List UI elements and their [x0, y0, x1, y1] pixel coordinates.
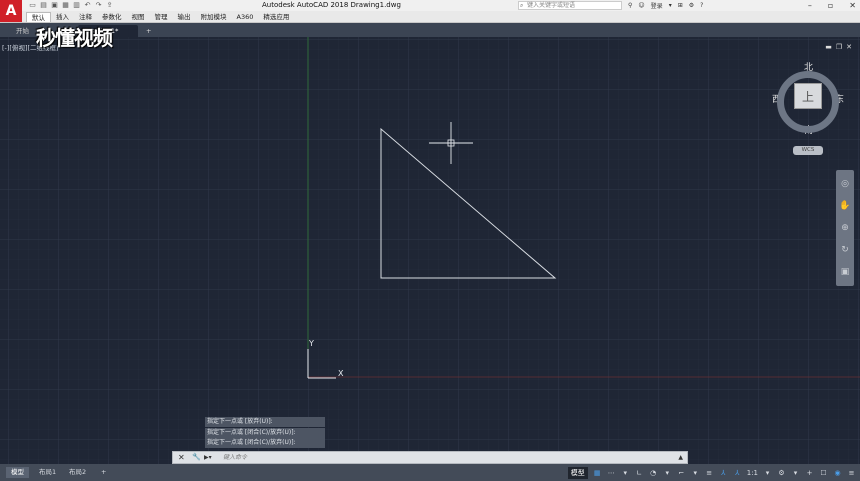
user-icon[interactable]: ☺ [638, 2, 644, 9]
model-space-button[interactable]: 模型 [567, 466, 588, 479]
close-icon[interactable]: ✕ [178, 452, 185, 463]
zoom-icon[interactable]: ⊕ [839, 222, 851, 234]
orbit-icon[interactable]: ↻ [839, 244, 851, 256]
annotation-icon[interactable]: ⅄ [719, 467, 728, 479]
minimize-icon[interactable]: – [808, 1, 812, 10]
binoculars-icon[interactable]: ⚲ [628, 2, 632, 9]
drawing-canvas [0, 37, 860, 464]
undo-icon[interactable]: ↶ [83, 1, 92, 10]
wrench-icon[interactable]: 🔧 [192, 452, 201, 463]
ribbon-tab[interactable]: 插入 [51, 12, 74, 22]
viewcube[interactable]: 北 西 东 南 上 WCS [772, 61, 845, 181]
dropdown-icon[interactable]: ▾ [663, 467, 672, 479]
exchange-icon[interactable]: ⚙ [689, 2, 694, 9]
tab-layout2[interactable]: 布局2 [64, 467, 91, 478]
tab-start[interactable]: 开始 [10, 25, 35, 37]
ribbon-tab[interactable]: 参数化 [97, 12, 127, 22]
snap-icon[interactable]: ⋯ [607, 467, 616, 479]
workspace-gear-icon[interactable]: ⚙ [777, 467, 786, 479]
share-icon[interactable]: ⇪ [105, 1, 114, 10]
polar-icon[interactable]: ◔ [649, 467, 658, 479]
command-history-line: 指定下一点或 [闭合(C)/放弃(U)]: [205, 438, 325, 448]
ucs-y-label: Y [309, 339, 314, 348]
ribbon: 默认 插入 注释 参数化 视图 管理 输出 附加模块 A360 精选应用 [0, 11, 860, 23]
command-history-line: 指定下一点或 [放弃(U)]: [205, 417, 325, 427]
quick-access-toolbar: ▭ ▤ ▣ ▦ ▥ ↶ ↷ ⇪ [28, 1, 114, 10]
window-controls: – ▫ ✕ [808, 0, 856, 11]
dropdown-icon[interactable]: ▾ [791, 467, 800, 479]
open-file-icon[interactable]: ▤ [39, 1, 48, 10]
annotation-scale[interactable]: 1:1 [747, 467, 758, 479]
prompt-arrow-icon[interactable]: ▶▾ [204, 452, 212, 463]
dropdown-icon[interactable]: ▾ [763, 467, 772, 479]
redo-icon[interactable]: ↷ [94, 1, 103, 10]
showmotion-icon[interactable]: ▣ [839, 266, 851, 278]
application-menu-button[interactable]: A [0, 0, 22, 22]
status-bar: 模型 布局1 布局2 + 模型 ▦ ⋯ ▾ ∟ ◔ ▾ ⌐ ▾ ≡ ⅄ ⅄ 1:… [0, 464, 860, 481]
plot-icon[interactable]: ▥ [72, 1, 81, 10]
navigation-bar: ◎ ✋ ⊕ ↻ ▣ [836, 170, 854, 286]
title-bar: ▭ ▤ ▣ ▦ ▥ ↶ ↷ ⇪ Autodesk AutoCAD 2018 Dr… [0, 0, 860, 11]
maximize-icon[interactable]: ▫ [828, 1, 833, 10]
save-as-icon[interactable]: ▦ [61, 1, 70, 10]
ribbon-tab[interactable]: 输出 [173, 12, 196, 22]
window-title: Autodesk AutoCAD 2018 Drawing1.dwg [262, 1, 401, 9]
new-file-icon[interactable]: ▭ [28, 1, 37, 10]
ribbon-tab[interactable]: 视图 [127, 12, 150, 22]
tab-layout1[interactable]: 布局1 [34, 467, 61, 478]
document-tabs: 开始 Drawing1* + [0, 23, 860, 37]
customize-icon[interactable]: ≡ [847, 467, 856, 479]
command-line: ✕ 🔧 ▶▾ 键入命令 ▲ [172, 451, 688, 464]
cart-icon[interactable]: ⊞ [678, 2, 683, 9]
command-history: 指定下一点或 [放弃(U)]: 指定下一点或 [闭合(C)/放弃(U)]: 指定下一… [205, 417, 325, 449]
hardware-accel-icon[interactable]: ◉ [833, 467, 842, 479]
ribbon-tabs: 默认 插入 注释 参数化 视图 管理 输出 附加模块 A360 精选应用 [26, 12, 294, 22]
help-button[interactable]: ? [700, 2, 703, 9]
viewport-close-icon[interactable]: ✕ [846, 43, 852, 51]
expand-history-icon[interactable]: ▲ [678, 452, 683, 463]
ribbon-tab[interactable]: 附加模块 [196, 12, 232, 22]
ribbon-tab[interactable]: 精选应用 [258, 12, 294, 22]
viewport-restore-icon[interactable]: ❐ [836, 43, 842, 51]
viewport-minimize-icon[interactable]: ▬ [825, 43, 832, 51]
viewcube-top-face[interactable]: 上 [794, 83, 822, 109]
wcs-menu[interactable]: WCS [793, 146, 823, 155]
ribbon-tab[interactable]: 注释 [74, 12, 97, 22]
dropdown-icon[interactable]: ▾ [621, 467, 630, 479]
command-history-line: 指定下一点或 [闭合(C)/放弃(U)]: [205, 427, 325, 438]
ribbon-tab[interactable]: 默认 [26, 12, 51, 22]
title-right-tools: ⚲ ☺ 登录 ▾ ⊞ ⚙ ? [628, 1, 703, 10]
dropdown-icon[interactable]: ▾ [691, 467, 700, 479]
ortho-icon[interactable]: ∟ [635, 467, 644, 479]
osnap-icon[interactable]: ⌐ [677, 467, 686, 479]
drawing-viewport[interactable]: Y X [-][俯视][二维线框] ▬ ❐ ✕ 北 西 东 南 上 WCS ◎ … [0, 37, 860, 464]
tab-add-layout[interactable]: + [96, 467, 111, 478]
pan-icon[interactable]: ✋ [839, 200, 851, 212]
sign-in-link[interactable]: 登录 [651, 1, 663, 10]
lineweight-icon[interactable]: ≡ [705, 467, 714, 479]
command-input[interactable]: 键入命令 [223, 453, 643, 462]
grid-icon[interactable]: ▦ [593, 467, 602, 479]
search-icon: ⌕ [520, 2, 524, 9]
save-icon[interactable]: ▣ [50, 1, 59, 10]
plus-icon[interactable]: + [805, 467, 814, 479]
isolate-icon[interactable]: ☐ [819, 467, 828, 479]
annotation-visibility-icon[interactable]: ⅄ [733, 467, 742, 479]
steering-wheel-icon[interactable]: ◎ [839, 178, 851, 190]
search-input[interactable]: ⌕ 键入关键字或短语 [518, 1, 622, 10]
ribbon-tab[interactable]: 管理 [150, 12, 173, 22]
tab-add-button[interactable]: + [140, 25, 157, 37]
search-placeholder: 键入关键字或短语 [527, 2, 576, 9]
tab-model[interactable]: 模型 [6, 467, 29, 478]
dropdown-icon[interactable]: ▾ [669, 2, 672, 9]
ucs-x-label: X [338, 369, 344, 378]
watermark-logo: 秒懂视频 [36, 26, 113, 50]
status-tools: 模型 ▦ ⋯ ▾ ∟ ◔ ▾ ⌐ ▾ ≡ ⅄ ⅄ 1:1 ▾ ⚙ ▾ + ☐ ◉… [567, 466, 856, 479]
viewport-window-controls: ▬ ❐ ✕ [825, 43, 852, 51]
close-icon[interactable]: ✕ [849, 1, 856, 10]
ribbon-tab[interactable]: A360 [232, 12, 259, 22]
